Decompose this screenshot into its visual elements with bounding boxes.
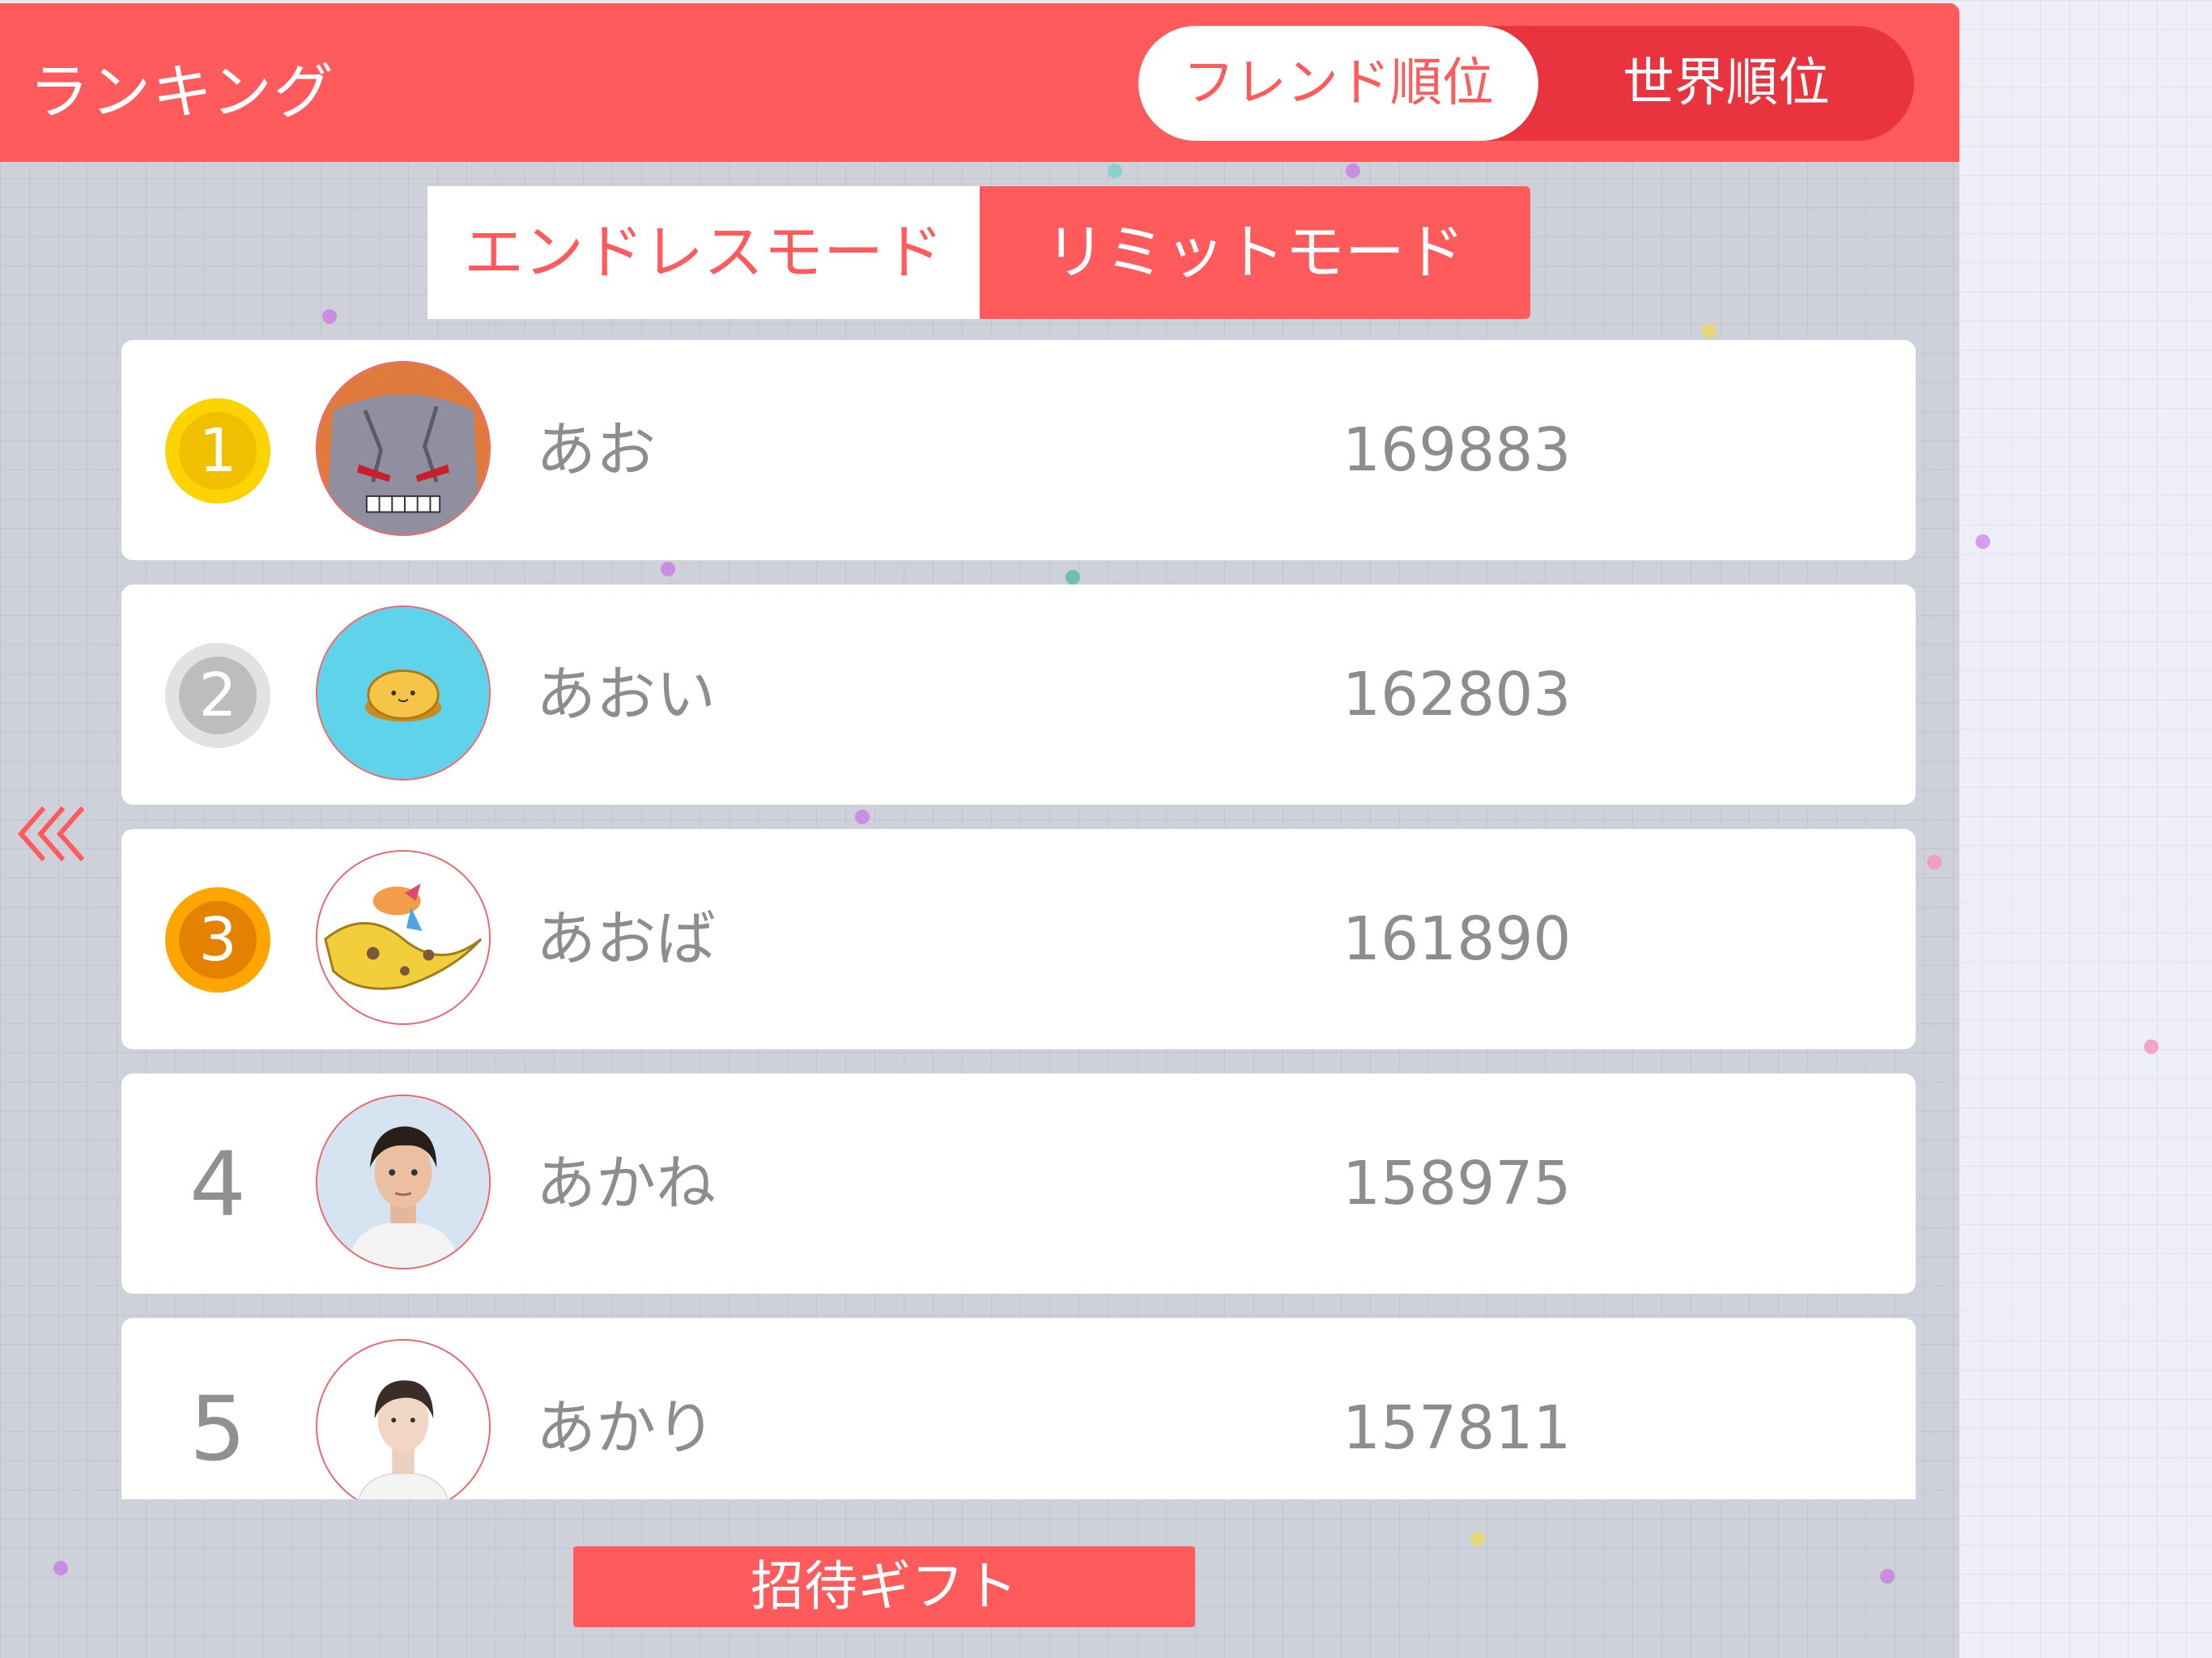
ranking-row[interactable]: 3 あおば 161890 (121, 829, 1916, 1049)
ranking-row[interactable]: 1 あお 169883 (121, 340, 1916, 560)
page-title: ランキング (29, 57, 335, 127)
avatar (316, 1339, 491, 1499)
decor-dot (1346, 164, 1360, 178)
avatar (316, 850, 491, 1025)
player-name: あかね (536, 1149, 716, 1218)
rank-number: 2 (179, 657, 257, 734)
player-name: あお (536, 415, 656, 485)
avatar (316, 1095, 491, 1269)
player-score: 161890 (1342, 904, 1572, 974)
decor-dot (2144, 1039, 2159, 1054)
bronze-medal-icon: 3 (165, 887, 270, 993)
player-name: あかり (536, 1393, 716, 1463)
decor-dot (1976, 534, 1990, 549)
ranking-row[interactable]: 2 あおい 162803 (121, 585, 1916, 805)
player-name: あおい (536, 660, 716, 729)
player-score: 158975 (1342, 1149, 1572, 1218)
ranking-row[interactable]: 4 あかね 158975 (121, 1073, 1916, 1294)
rank-number: 4 (189, 1133, 246, 1236)
rank-number: 5 (189, 1377, 246, 1481)
back-chevrons-icon[interactable] (16, 801, 97, 866)
decor-dot (1470, 1532, 1485, 1546)
player-name: あおば (536, 904, 716, 974)
player-score: 169883 (1342, 415, 1572, 485)
decor-dot (53, 1561, 68, 1575)
decor-dot (1108, 164, 1122, 178)
player-score: 157811 (1342, 1393, 1572, 1463)
tab-limit-mode[interactable]: リミットモード (980, 186, 1530, 319)
header-bar: ランキング フレンド順位 世界順位 (0, 3, 1959, 162)
player-score: 162803 (1342, 660, 1572, 729)
tab-endless-mode[interactable]: エンドレスモード (428, 186, 980, 319)
tab-world-ranking[interactable]: 世界順位 (1538, 26, 1914, 141)
decor-dot (1702, 324, 1716, 338)
mode-tabs: エンドレスモード リミットモード (428, 186, 1530, 319)
decor-dot (1880, 1569, 1895, 1584)
ranking-row[interactable]: 5 あかり 157811 (121, 1318, 1916, 1499)
tab-friend-ranking[interactable]: フレンド順位 (1138, 26, 1538, 141)
ranking-scope-toggle: フレンド順位 世界順位 (1138, 26, 1914, 141)
gold-medal-icon: 1 (165, 398, 270, 504)
rank-number: 3 (179, 901, 257, 979)
avatar (316, 606, 491, 780)
ranking-panel: ランキング フレンド順位 世界順位 エンドレスモード リミットモード 1 あお … (0, 3, 1959, 1658)
decor-dot (1927, 855, 1942, 869)
ranking-list: 1 あお 169883 2 あおい 162803 3 あおば 161890 4 … (121, 340, 1916, 1499)
decor-dot (322, 309, 337, 324)
avatar (316, 361, 491, 536)
silver-medal-icon: 2 (165, 643, 270, 748)
rank-number: 1 (179, 412, 257, 490)
invite-gift-button[interactable]: 招待ギフト (573, 1546, 1195, 1627)
